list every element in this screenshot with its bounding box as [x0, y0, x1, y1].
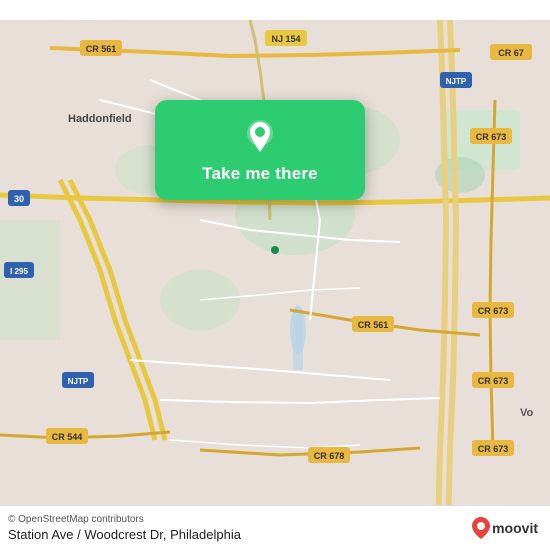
svg-text:30: 30 — [14, 194, 24, 204]
map-container: CR 561 NJ 154 CR 67 NJTP CR 673 Haddonfi… — [0, 0, 550, 550]
svg-text:CR 673: CR 673 — [478, 306, 509, 316]
popup-label: Take me there — [202, 164, 318, 184]
svg-text:NJ 154: NJ 154 — [271, 34, 300, 44]
bottom-info: © OpenStreetMap contributors Station Ave… — [8, 514, 241, 542]
moovit-logo: moovit — [472, 517, 538, 539]
svg-text:CR 561: CR 561 — [86, 44, 117, 54]
svg-text:CR 544: CR 544 — [52, 432, 83, 442]
svg-text:NJTP: NJTP — [446, 77, 467, 86]
svg-text:CR 673: CR 673 — [478, 376, 509, 386]
moovit-pin-icon — [472, 517, 490, 539]
svg-text:CR 67: CR 67 — [498, 48, 524, 58]
location-name: Station Ave / Woodcrest Dr, Philadelphia — [8, 527, 241, 542]
svg-text:NJTP: NJTP — [68, 377, 89, 386]
svg-text:CR 678: CR 678 — [314, 451, 345, 461]
moovit-brand-name: moovit — [492, 520, 538, 536]
svg-text:CR 561: CR 561 — [358, 320, 389, 330]
bottom-bar: © OpenStreetMap contributors Station Ave… — [0, 505, 550, 550]
svg-text:I 295: I 295 — [10, 267, 28, 276]
map-attribution: © OpenStreetMap contributors — [8, 514, 241, 525]
svg-text:CR 673: CR 673 — [476, 132, 507, 142]
svg-text:Vo: Vo — [520, 407, 534, 419]
map-popup[interactable]: Take me there — [155, 100, 365, 200]
svg-text:CR 673: CR 673 — [478, 444, 509, 454]
svg-text:Haddonfield: Haddonfield — [68, 113, 132, 125]
location-pin-icon — [241, 118, 279, 156]
map-svg: CR 561 NJ 154 CR 67 NJTP CR 673 Haddonfi… — [0, 0, 550, 550]
